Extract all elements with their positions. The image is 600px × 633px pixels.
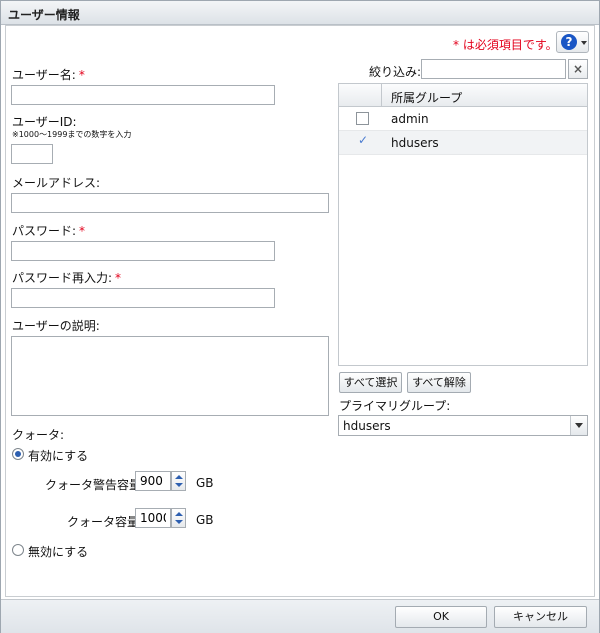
table-row[interactable]: admin <box>339 107 587 131</box>
username-input[interactable] <box>11 85 275 105</box>
arrow-up-icon[interactable] <box>175 512 183 516</box>
quota-warning-unit: GB <box>196 476 214 490</box>
quota-label: クォータ: <box>12 428 65 442</box>
select-all-button[interactable]: すべて選択 <box>339 372 402 393</box>
group-checkbox[interactable] <box>356 112 369 125</box>
quota-capacity-label: クォータ容量: <box>67 515 144 529</box>
quota-capacity-unit: GB <box>196 513 214 527</box>
quota-warning-label: クォータ警告容量: <box>45 478 146 492</box>
close-icon[interactable]: × <box>568 59 588 79</box>
group-column-header[interactable]: 所属グループ <box>391 89 462 106</box>
quota-capacity-input[interactable] <box>135 508 171 528</box>
primary-group-value: hdusers <box>343 419 391 433</box>
quota-warning-stepper[interactable] <box>171 471 186 491</box>
required-marker: * <box>79 224 86 238</box>
userid-label: ユーザーID: <box>12 115 77 129</box>
description-textarea[interactable] <box>11 336 329 416</box>
quota-disable-label[interactable]: 無効にする <box>28 543 88 560</box>
arrow-down-icon[interactable] <box>175 520 183 524</box>
chevron-down-icon <box>575 423 583 428</box>
dialog-title: ユーザー情報 <box>8 8 80 22</box>
quota-disable-radio[interactable] <box>12 544 24 556</box>
email-input[interactable] <box>11 193 329 213</box>
email-label: メールアドレス: <box>12 176 101 190</box>
password-input[interactable] <box>11 241 275 261</box>
group-name: hdusers <box>391 136 439 150</box>
table-row[interactable]: ✓ hdusers <box>339 131 587 155</box>
chevron-down-icon <box>581 41 587 45</box>
filter-input[interactable] <box>421 59 566 79</box>
password-confirm-label: パスワード再入力: * <box>12 271 122 285</box>
cancel-button[interactable]: キャンセル <box>494 606 587 628</box>
header-divider <box>381 84 382 107</box>
required-note: * は必須項目です。 <box>453 38 558 52</box>
primary-group-select[interactable]: hdusers <box>338 415 588 436</box>
help-button[interactable]: ? <box>556 31 589 53</box>
userid-hint: ※1000～1999までの数字を入力 <box>12 130 132 139</box>
user-info-dialog: ユーザー情報 * は必須項目です。 ? ユーザー名: * ユーザーID: ※100… <box>0 0 600 633</box>
quota-capacity-stepper[interactable] <box>171 508 186 528</box>
grid-header: 所属グループ <box>339 84 587 107</box>
quota-enable-radio[interactable] <box>12 448 24 460</box>
quota-enable-label[interactable]: 有効にする <box>28 447 88 464</box>
primary-group-label: プライマリグループ: <box>339 399 451 413</box>
username-label: ユーザー名: * <box>12 68 85 82</box>
dialog-footer: OK キャンセル <box>1 599 599 633</box>
filter-label: 絞り込み: <box>369 65 422 79</box>
arrow-up-icon[interactable] <box>175 475 183 479</box>
description-label: ユーザーの説明: <box>12 319 100 333</box>
quota-warning-input[interactable] <box>135 471 171 491</box>
group-name: admin <box>391 112 429 126</box>
checkmark-icon[interactable]: ✓ <box>358 133 368 147</box>
group-grid: 所属グループ admin ✓ hdusers <box>338 83 588 366</box>
required-marker: * <box>78 68 85 82</box>
deselect-all-button[interactable]: すべて解除 <box>407 372 471 393</box>
arrow-down-icon[interactable] <box>175 483 183 487</box>
ok-button[interactable]: OK <box>395 606 487 628</box>
required-marker: * <box>115 271 122 285</box>
help-icon: ? <box>561 34 577 50</box>
password-confirm-input[interactable] <box>11 288 275 308</box>
userid-input[interactable] <box>11 144 53 164</box>
dialog-titlebar: ユーザー情報 <box>1 1 599 25</box>
dropdown-button[interactable] <box>570 416 587 435</box>
password-label: パスワード: * <box>12 224 86 238</box>
